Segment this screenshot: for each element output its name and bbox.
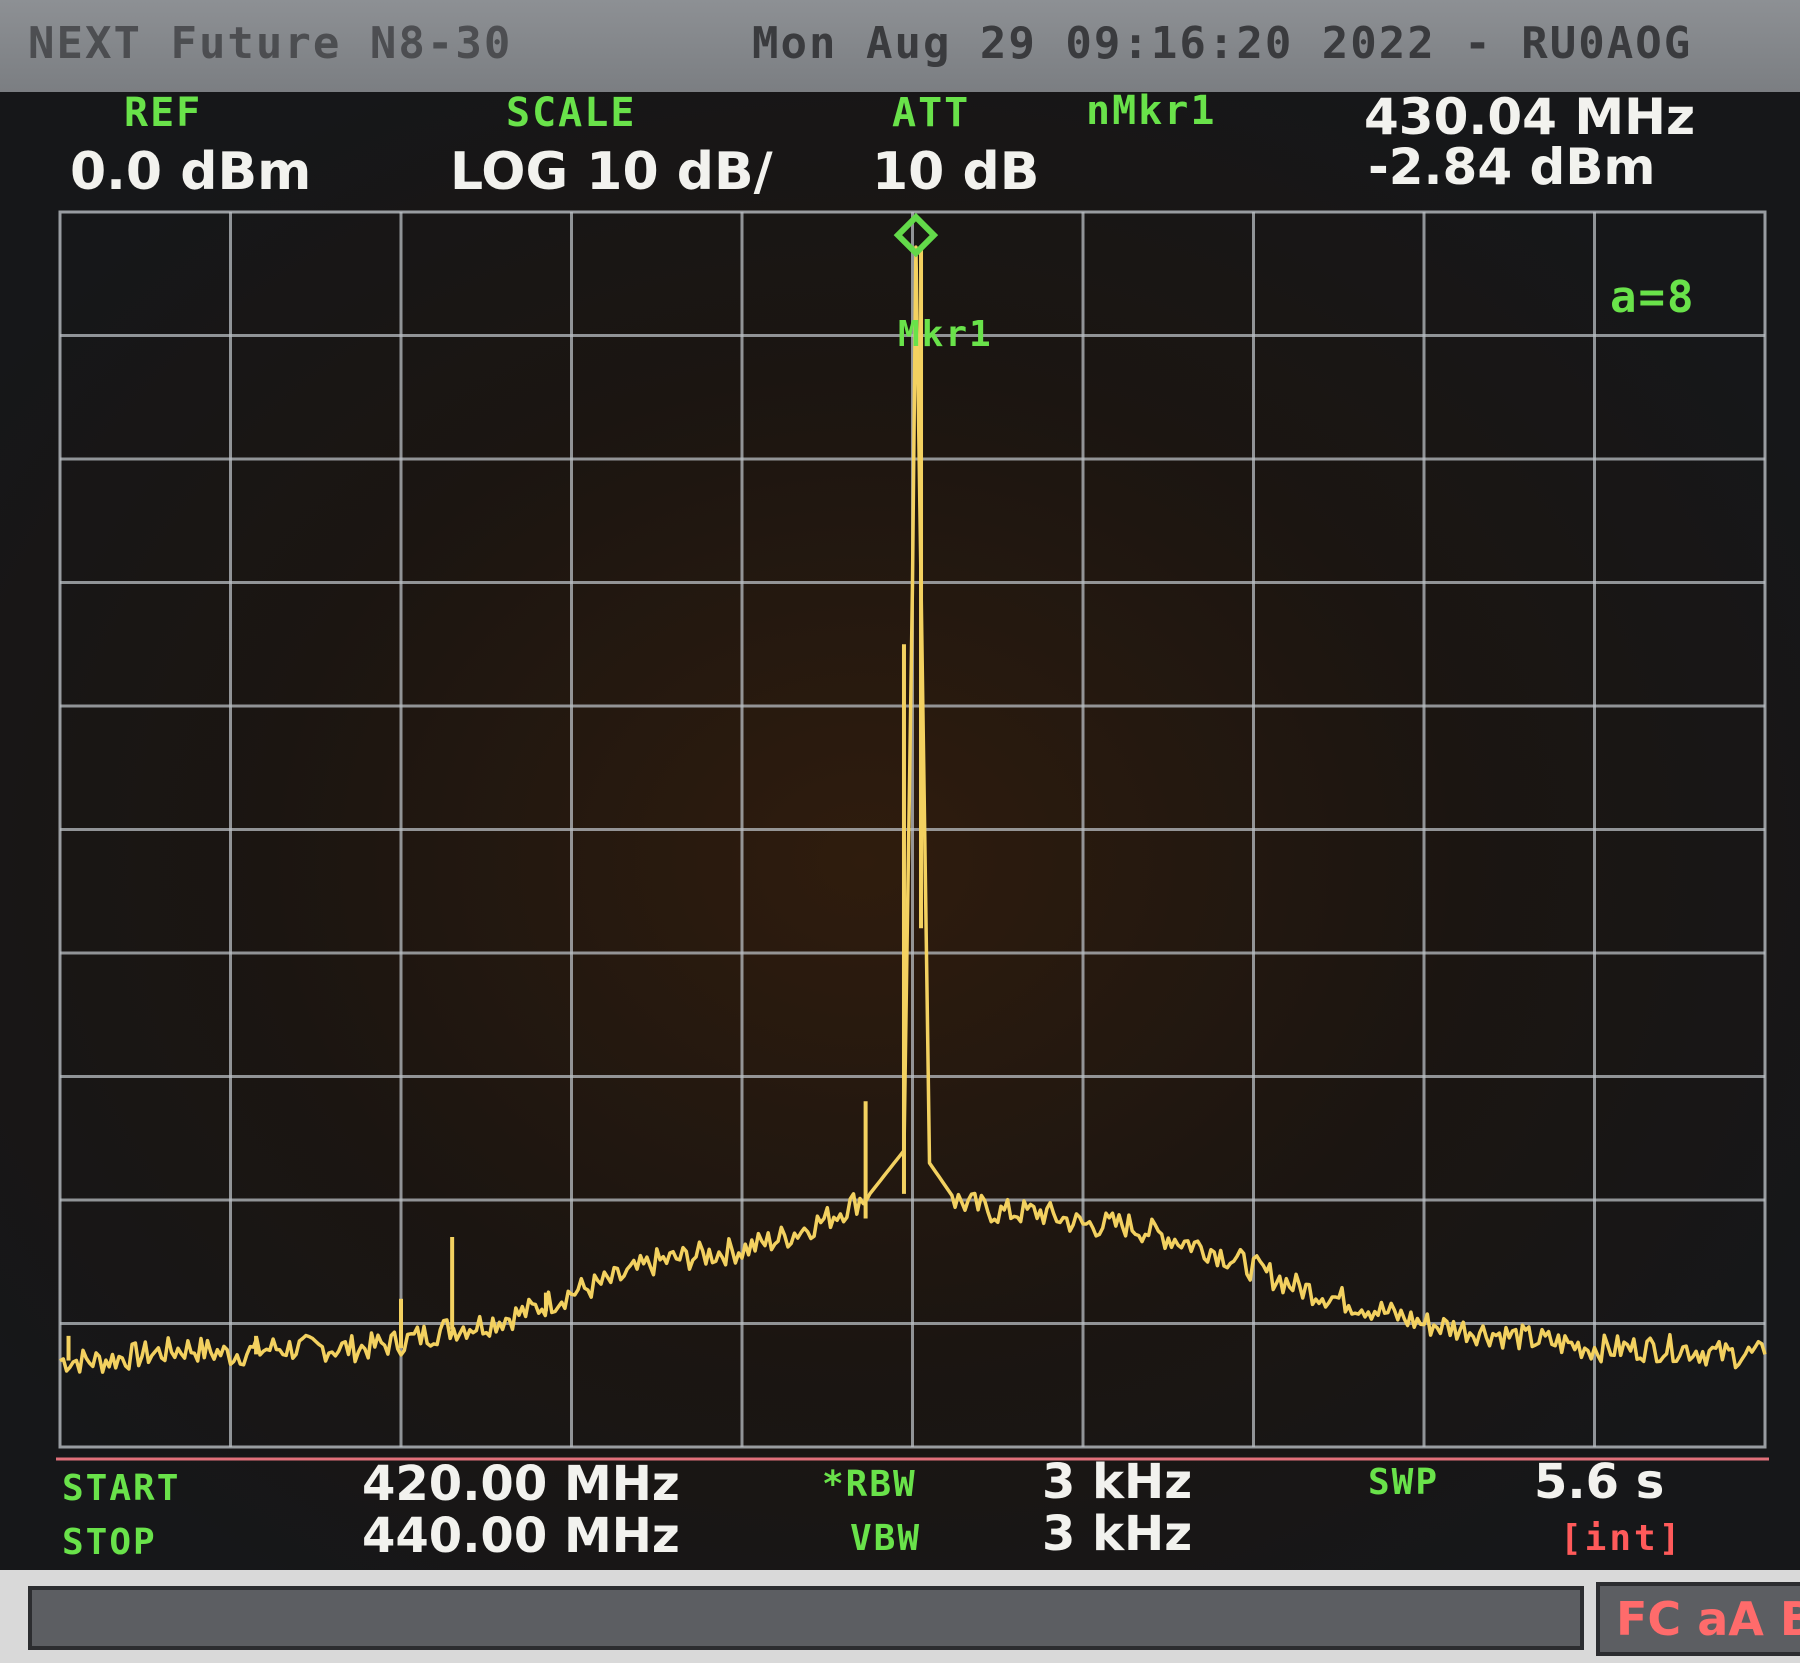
analyzer-screen: NEXT Future N8-30 Mon Aug 29 09:16:20 20… <box>0 0 1800 1663</box>
vbw-label: VBW <box>850 1518 922 1559</box>
timestamp: Mon Aug 29 09:16:20 2022 - RU0AOG <box>752 18 1693 69</box>
sweep-time: 5.6 s <box>1534 1454 1665 1510</box>
start-label: START <box>62 1468 181 1509</box>
rbw-label: *RBW <box>822 1464 917 1505</box>
spectrum-display: REF 0.0 dBm SCALE LOG 10 dB/ ATT 10 dB n… <box>0 88 1800 1570</box>
vbw-value: 3 kHz <box>1042 1506 1193 1562</box>
app-title: NEXT Future N8-30 <box>28 18 513 69</box>
status-indicators: FC aA B <box>1596 1582 1800 1656</box>
status-bar: FC aA B <box>0 1570 1800 1663</box>
stop-frequency: 440.00 MHz <box>362 1508 680 1564</box>
start-frequency: 420.00 MHz <box>362 1456 680 1512</box>
rbw-value: 3 kHz <box>1042 1454 1193 1510</box>
status-indicator-text: FC aA B <box>1616 1592 1800 1646</box>
marker-tag: Mkr1 <box>898 314 993 355</box>
stop-label: STOP <box>62 1522 157 1563</box>
sweep-label: SWP <box>1368 1462 1440 1503</box>
average-badge: a=8 <box>1610 272 1696 323</box>
graticule <box>56 210 1769 1461</box>
sweep-mode: [int] <box>1560 1518 1684 1559</box>
status-message-field <box>28 1586 1584 1650</box>
title-bar: NEXT Future N8-30 Mon Aug 29 09:16:20 20… <box>0 0 1800 92</box>
